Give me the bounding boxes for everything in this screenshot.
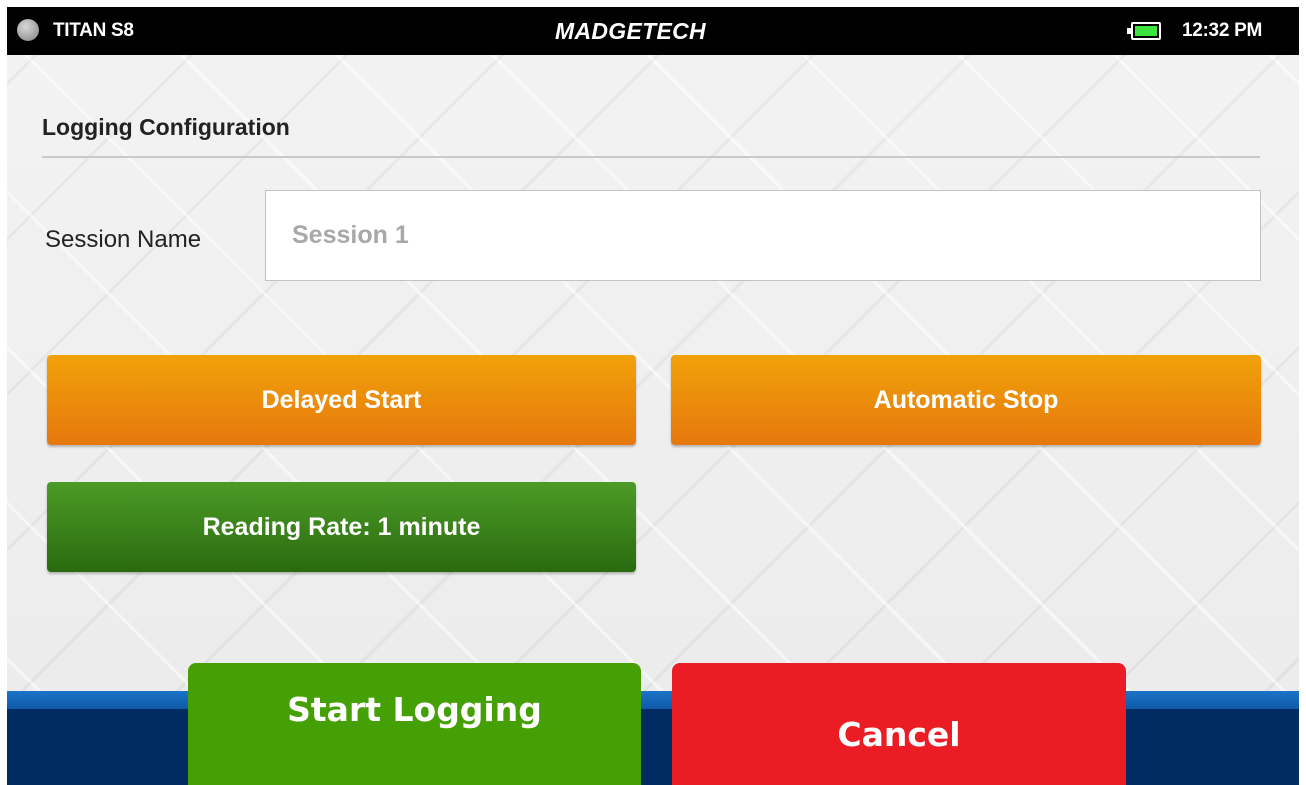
reading-rate-button[interactable]: Reading Rate: 1 minute (47, 482, 636, 572)
device-name: TITAN S8 (53, 20, 134, 41)
session-name-input[interactable] (265, 190, 1261, 281)
delayed-start-button[interactable]: Delayed Start (47, 355, 636, 445)
battery-icon (1127, 22, 1161, 40)
status-bar: TITAN S8 MADGETECH 12:32 PM (7, 7, 1299, 55)
brand-logo: MADGETECH (555, 18, 706, 44)
device-screen: TITAN S8 MADGETECH 12:32 PM Logging Conf… (7, 7, 1299, 785)
title-divider (42, 156, 1260, 158)
cancel-button[interactable]: Cancel (672, 663, 1126, 785)
start-logging-button[interactable]: Start Logging (188, 663, 641, 785)
page-title: Logging Configuration (42, 114, 290, 140)
status-dot-icon (17, 19, 39, 41)
clock: 12:32 PM (1182, 20, 1262, 41)
automatic-stop-button[interactable]: Automatic Stop (671, 355, 1261, 445)
session-name-label: Session Name (45, 226, 202, 253)
battery-level (1135, 26, 1157, 36)
